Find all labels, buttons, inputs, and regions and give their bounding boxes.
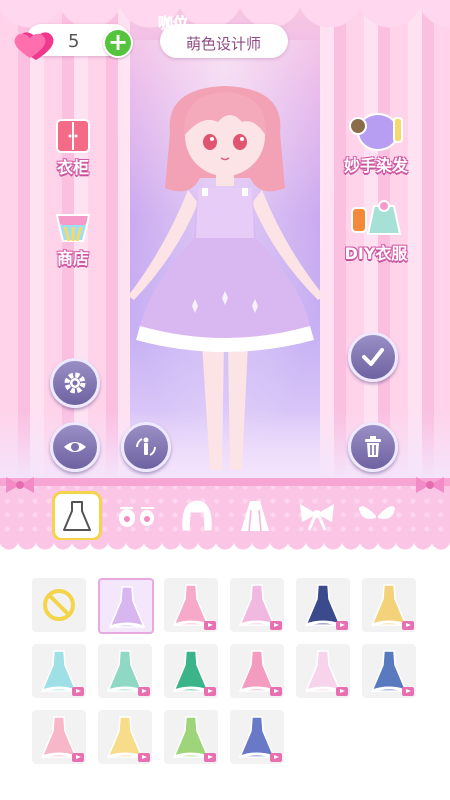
tray-top-band	[0, 478, 450, 486]
settings-button[interactable]	[50, 358, 100, 408]
tab-dress[interactable]	[52, 491, 102, 541]
wings-icon	[359, 506, 395, 519]
watch-video-icon	[402, 621, 414, 630]
outfit-item[interactable]	[230, 710, 284, 764]
outfit-item[interactable]	[230, 644, 284, 698]
rank-tag: 咖位	[158, 14, 189, 33]
watch-video-icon	[72, 687, 84, 696]
watch-video-icon	[336, 621, 348, 630]
watch-video-icon	[72, 753, 84, 762]
hair-dye-label: 妙手染发	[343, 156, 408, 175]
wardrobe-label: 衣柜	[56, 158, 89, 177]
lavender-dress-icon	[108, 586, 146, 629]
rank-title: 萌色设计师	[186, 35, 262, 53]
hair-dye-icon	[349, 113, 403, 151]
diy-clothes-label: DIY衣服	[344, 244, 408, 263]
hair-icon	[182, 500, 212, 531]
tab-cape[interactable]	[230, 493, 280, 539]
heart-icon	[14, 32, 54, 60]
outfit-item[interactable]	[98, 710, 152, 764]
watch-video-icon	[270, 687, 282, 696]
outfit-item[interactable]	[296, 578, 350, 632]
watch-video-icon	[204, 687, 216, 696]
delete-button[interactable]	[348, 422, 398, 472]
bow-icon	[300, 504, 334, 531]
diy-clothes-button[interactable]: DIY衣服	[336, 198, 416, 264]
add-hearts-button[interactable]: +	[103, 28, 133, 58]
eyes-icon	[119, 507, 154, 527]
hair-dye-button[interactable]: 妙手染发	[336, 112, 416, 176]
watch-video-icon	[270, 753, 282, 762]
outfit-item[interactable]	[98, 644, 152, 698]
outfit-item[interactable]	[164, 644, 218, 698]
wardrobe-icon	[56, 119, 90, 153]
tab-wings[interactable]	[352, 493, 402, 539]
outfit-item[interactable]	[296, 644, 350, 698]
shop-button[interactable]: 商店	[33, 205, 113, 269]
dress-icon	[63, 501, 91, 531]
trash-icon	[365, 436, 381, 457]
cape-icon	[241, 501, 269, 532]
diy-clothes-icon	[351, 200, 402, 235]
outfit-item[interactable]	[362, 578, 416, 632]
tray-scallop-edge	[0, 540, 450, 558]
outfit-item[interactable]	[164, 710, 218, 764]
tray-bow-icon	[416, 477, 444, 493]
outfit-item[interactable]	[230, 578, 284, 632]
shop-label: 商店	[56, 249, 89, 268]
tab-bow[interactable]	[292, 493, 342, 539]
watch-video-icon	[336, 687, 348, 696]
preview-button[interactable]	[50, 422, 100, 472]
watch-video-icon	[402, 687, 414, 696]
outfit-item[interactable]	[32, 710, 86, 764]
tab-hair[interactable]	[172, 493, 222, 539]
outfit-item[interactable]	[362, 644, 416, 698]
watch-video-icon	[204, 753, 216, 762]
tray-bow-icon	[6, 477, 34, 493]
outfit-item[interactable]	[32, 578, 86, 632]
watch-video-icon	[270, 621, 282, 630]
watch-video-icon	[138, 753, 150, 762]
hearts-count: 5	[68, 31, 80, 52]
confirm-button[interactable]	[348, 332, 398, 382]
watch-video-icon	[204, 621, 216, 630]
rotate-person-icon	[136, 437, 156, 456]
watch-video-icon	[138, 687, 150, 696]
outfit-item[interactable]	[98, 578, 154, 634]
wardrobe-button[interactable]: 衣柜	[33, 118, 113, 178]
none-icon	[43, 589, 75, 621]
tab-eyes[interactable]	[112, 493, 162, 539]
outfit-item[interactable]	[164, 578, 218, 632]
outfit-item[interactable]	[32, 644, 86, 698]
gear-icon	[64, 372, 86, 394]
eye-icon	[64, 442, 86, 452]
shop-icon	[55, 214, 91, 242]
rotate-pose-button[interactable]	[121, 422, 171, 472]
checkmark-icon	[362, 348, 384, 366]
character-avatar[interactable]	[110, 78, 340, 478]
